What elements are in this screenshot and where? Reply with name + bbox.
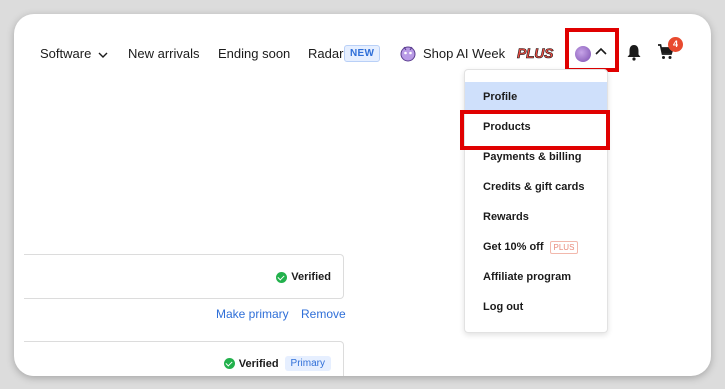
bell-icon[interactable] bbox=[626, 44, 642, 61]
menu-item-get-10-off[interactable]: Get 10% off PLUS bbox=[465, 232, 607, 262]
verified-status: Verified Primary bbox=[223, 356, 331, 371]
nav-ending-soon[interactable]: Ending soon bbox=[218, 46, 290, 61]
browser-frame: Software New arrivals Ending soon Radar … bbox=[14, 14, 711, 376]
nav-new-arrivals[interactable]: New arrivals bbox=[128, 46, 200, 61]
menu-item-affiliate-program[interactable]: Affiliate program bbox=[465, 262, 607, 292]
shop-mascot-icon bbox=[400, 46, 416, 62]
menu-item-credits-gift-cards[interactable]: Credits & gift cards bbox=[465, 172, 607, 202]
account-dropdown-menu: Profile Products Payments & billing Cred… bbox=[464, 69, 608, 333]
menu-item-get-10-off-label: Get 10% off bbox=[483, 241, 544, 253]
email-card-2: Verified Primary bbox=[24, 341, 344, 376]
products-highlight-box bbox=[460, 110, 610, 150]
new-badge: NEW bbox=[344, 45, 381, 62]
avatar-highlight-box bbox=[565, 28, 619, 72]
nav-software[interactable]: Software bbox=[40, 46, 108, 61]
cart-count-badge: 4 bbox=[668, 37, 683, 52]
primary-badge: Primary bbox=[284, 356, 331, 371]
plus-logo[interactable]: PLUS bbox=[517, 45, 554, 62]
menu-item-profile[interactable]: Profile bbox=[465, 82, 607, 112]
nav-shop-ai-week[interactable]: Shop AI Week bbox=[423, 46, 505, 61]
remove-link[interactable]: Remove bbox=[301, 307, 346, 321]
nav-software-label: Software bbox=[40, 46, 92, 61]
verified-label: Verified bbox=[291, 271, 331, 283]
menu-item-log-out[interactable]: Log out bbox=[465, 292, 607, 322]
email-card-1: Verified bbox=[24, 254, 344, 299]
nav-radar[interactable]: Radar bbox=[308, 46, 343, 61]
verified-status: Verified bbox=[276, 271, 331, 283]
verified-label: Verified bbox=[238, 357, 279, 370]
menu-item-rewards[interactable]: Rewards bbox=[465, 202, 607, 232]
check-circle-icon bbox=[276, 271, 288, 283]
make-primary-link[interactable]: Make primary bbox=[216, 307, 289, 321]
check-circle-icon bbox=[223, 358, 235, 369]
plus-tag: PLUS bbox=[549, 240, 579, 254]
chevron-down-icon bbox=[98, 52, 108, 58]
